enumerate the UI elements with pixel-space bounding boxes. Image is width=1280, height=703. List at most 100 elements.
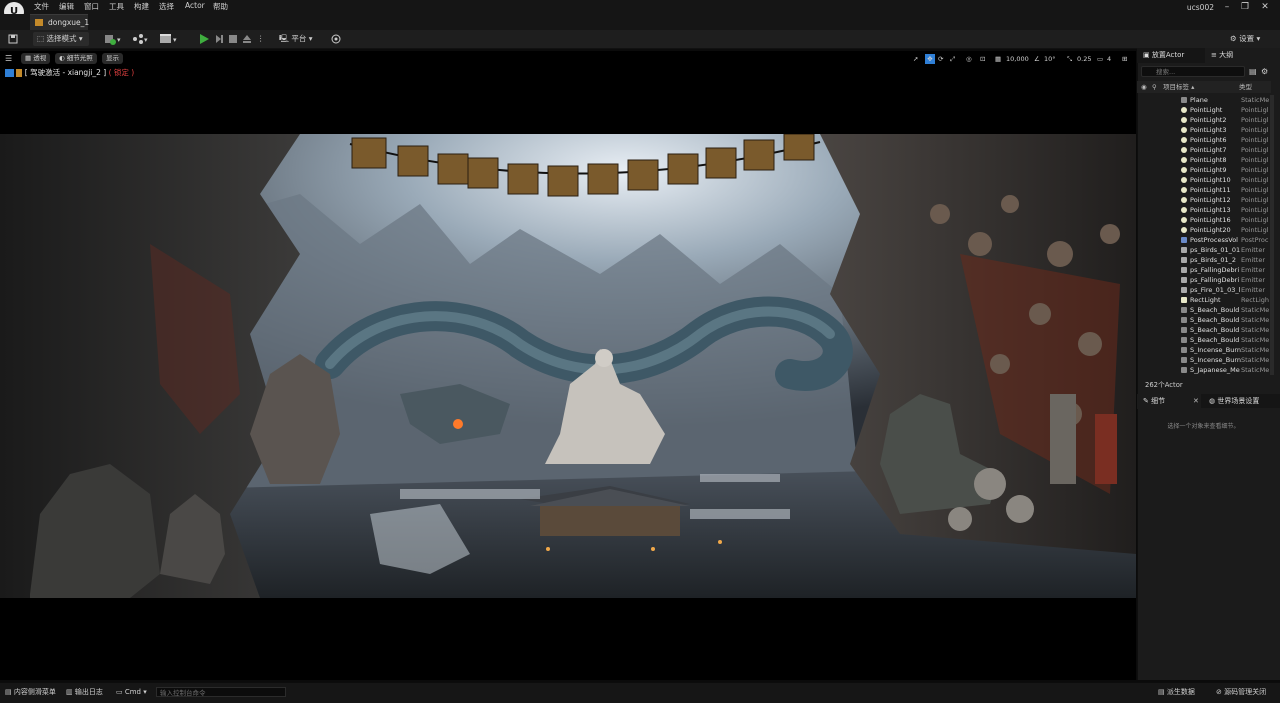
outliner-row-type: RectLigh <box>1241 296 1270 304</box>
content-drawer-button[interactable]: ▤ 内容侧滑菜单 <box>5 687 56 697</box>
tab-world-settings[interactable]: ◍ 世界场景设置 <box>1203 394 1280 409</box>
outliner-row-label: PointLight2 <box>1190 116 1227 124</box>
maximize-button[interactable]: ❐ <box>1236 1 1254 13</box>
menu-file[interactable]: 文件 <box>34 1 49 12</box>
tab-place-actors[interactable]: ▣ 放置Actor <box>1137 48 1203 63</box>
outliner-row[interactable]: PointLight7 PointLigl <box>1137 145 1271 155</box>
outliner-row[interactable]: PointLight11 PointLigl <box>1137 185 1271 195</box>
outliner-row[interactable]: ps_Birds_01_2 Emitter <box>1137 255 1271 265</box>
world-space-icon[interactable]: ◎ <box>966 54 972 64</box>
select-mode-dropdown[interactable]: ⬚ 选择模式 ▾ <box>33 32 89 46</box>
outliner-row[interactable]: PointLight10 PointLigl <box>1137 175 1271 185</box>
menu-tools[interactable]: 工具 <box>109 1 124 12</box>
eject-icon[interactable] <box>242 32 252 46</box>
angle-snap-icon[interactable]: ∠ <box>1034 54 1040 64</box>
light-icon <box>1181 217 1187 223</box>
camera-speed-value[interactable]: 4 <box>1107 54 1111 64</box>
step-icon[interactable] <box>214 32 224 46</box>
minimize-button[interactable]: – <box>1218 1 1236 13</box>
play-icon[interactable] <box>198 32 210 46</box>
pin-icon[interactable]: ⚲ <box>1152 81 1157 93</box>
menu-build[interactable]: 构建 <box>134 1 149 12</box>
content-drawer-label: 内容侧滑菜单 <box>13 688 56 696</box>
close-icon[interactable]: ✕ <box>1193 397 1199 405</box>
outliner-scrollbar[interactable] <box>1270 95 1274 375</box>
cmd-dropdown[interactable]: ▭ Cmd ▾ <box>116 687 147 697</box>
outliner-row[interactable]: RectLight RectLigh <box>1137 295 1271 305</box>
layout-grid-icon[interactable]: ⊞ <box>1122 54 1127 64</box>
outliner-row-type: StaticMe <box>1241 366 1270 374</box>
outliner-row[interactable]: PointLight2 PointLigl <box>1137 115 1271 125</box>
outliner-search-input[interactable]: 搜索... <box>1141 66 1245 77</box>
translate-tool-icon[interactable]: ✥ <box>925 54 935 64</box>
outliner-row[interactable]: S_Beach_Bould StaticMe <box>1137 335 1271 345</box>
show-dropdown[interactable]: 显示 <box>102 53 123 64</box>
menu-edit[interactable]: 编辑 <box>59 1 74 12</box>
tab-details[interactable]: ✎ 细节 <box>1137 394 1201 409</box>
outliner-row[interactable]: S_Japanese_Me StaticMe <box>1137 365 1271 375</box>
outliner-row[interactable]: ps_FallingDebri Emitter <box>1137 265 1271 275</box>
console-command-input[interactable]: 输入控制台命令 <box>156 687 286 697</box>
outliner-row[interactable]: PointLight8 PointLigl <box>1137 155 1271 165</box>
light-icon <box>1181 177 1187 183</box>
menu-actor[interactable]: Actor <box>185 1 205 10</box>
outliner-row[interactable]: ps_Birds_01_01 Emitter <box>1137 245 1271 255</box>
tab-dongxue[interactable]: dongxue_1 <box>30 14 89 30</box>
grid-snap-icon[interactable]: ▦ <box>995 54 1001 64</box>
outliner-row[interactable]: PointLight12 PointLigl <box>1137 195 1271 205</box>
outliner-row[interactable]: PointLight20 PointLigl <box>1137 225 1271 235</box>
column-type-header[interactable]: 类型 <box>1239 81 1252 93</box>
scale-tool-icon[interactable]: ⤢ <box>950 54 955 64</box>
outliner-row[interactable]: PointLight6 PointLigl <box>1137 135 1271 145</box>
output-log-button[interactable]: ▥ 输出日志 <box>66 687 103 697</box>
save-icon[interactable] <box>8 32 18 46</box>
derived-data-button[interactable]: ▤ 派生数据 <box>1158 687 1195 697</box>
tab-outliner[interactable]: ≡ 大纲 <box>1205 48 1280 63</box>
close-window-button[interactable]: ✕ <box>1256 1 1274 13</box>
more-options-icon[interactable]: ⋮ <box>257 32 265 46</box>
blueprints-icon[interactable]: ▾ <box>131 32 151 46</box>
viewport-scene-render[interactable] <box>0 134 1136 598</box>
outliner-row[interactable]: S_Incense_Burn StaticMe <box>1137 355 1271 365</box>
scale-snap-icon[interactable]: ⤡ <box>1067 54 1072 64</box>
outliner-row[interactable]: S_Incense_Burn StaticMe <box>1137 345 1271 355</box>
outliner-row[interactable]: S_Beach_Bould StaticMe <box>1137 315 1271 325</box>
outliner-row[interactable]: Plane StaticMe <box>1137 95 1271 105</box>
column-label-header[interactable]: 项目标签 ▴ <box>1163 81 1194 93</box>
perspective-dropdown[interactable]: ▦ 透视 <box>21 53 51 64</box>
rotate-tool-icon[interactable]: ⟳ <box>938 54 943 64</box>
scale-snap-value[interactable]: 0.25 <box>1077 54 1091 64</box>
viewport-menu-icon[interactable]: ☰ <box>5 54 17 64</box>
cinematics-icon[interactable]: ▾ <box>159 32 181 46</box>
source-control-button[interactable]: ⊘ 源码管理关闭 <box>1216 687 1266 697</box>
outliner-row[interactable]: PointLight9 PointLigl <box>1137 165 1271 175</box>
folder-add-icon[interactable]: ▤ <box>1249 67 1257 76</box>
stop-icon[interactable] <box>228 32 238 46</box>
outliner-row-type: StaticMe <box>1241 346 1270 354</box>
outliner-row[interactable]: ps_FallingDebri Emitter <box>1137 275 1271 285</box>
outliner-row[interactable]: ps_Fire_01_03_l Emitter <box>1137 285 1271 295</box>
outliner-row[interactable]: PointLight PointLigl <box>1137 105 1271 115</box>
menu-select[interactable]: 选择 <box>159 1 174 12</box>
add-content-icon[interactable]: ▾ <box>104 32 124 46</box>
angle-snap-value[interactable]: 10° <box>1044 54 1056 64</box>
outliner-row[interactable]: PointLight16 PointLigl <box>1137 215 1271 225</box>
eject-pilot-icon[interactable] <box>16 69 23 77</box>
select-tool-icon[interactable]: ➚ <box>913 54 918 64</box>
settings-dropdown[interactable]: ⚙ 设置 ▾ <box>1230 32 1270 46</box>
surface-snap-icon[interactable]: ⊡ <box>980 54 985 64</box>
visibility-eye-icon[interactable]: ◉ <box>1141 81 1147 93</box>
outliner-row[interactable]: S_Beach_Bould StaticMe <box>1137 325 1271 335</box>
view-mode-dropdown[interactable]: ◐ 细节光照 <box>55 53 97 64</box>
source-control-icon[interactable] <box>331 32 341 46</box>
platforms-dropdown[interactable]: 🖳 平台 ▾ <box>279 32 319 46</box>
gear-icon[interactable]: ⚙ <box>1261 67 1268 76</box>
menu-window[interactable]: 窗口 <box>84 1 99 12</box>
menu-help[interactable]: 帮助 <box>213 1 228 12</box>
outliner-row[interactable]: S_Beach_Bould StaticMe <box>1137 305 1271 315</box>
camera-speed-icon[interactable]: ▭ <box>1097 54 1103 64</box>
outliner-row[interactable]: PointLight3 PointLigl <box>1137 125 1271 135</box>
outliner-row[interactable]: PointLight13 PointLigl <box>1137 205 1271 215</box>
outliner-row[interactable]: PostProcessVol PostProc <box>1137 235 1271 245</box>
grid-snap-value[interactable]: 10,000 <box>1006 54 1029 64</box>
